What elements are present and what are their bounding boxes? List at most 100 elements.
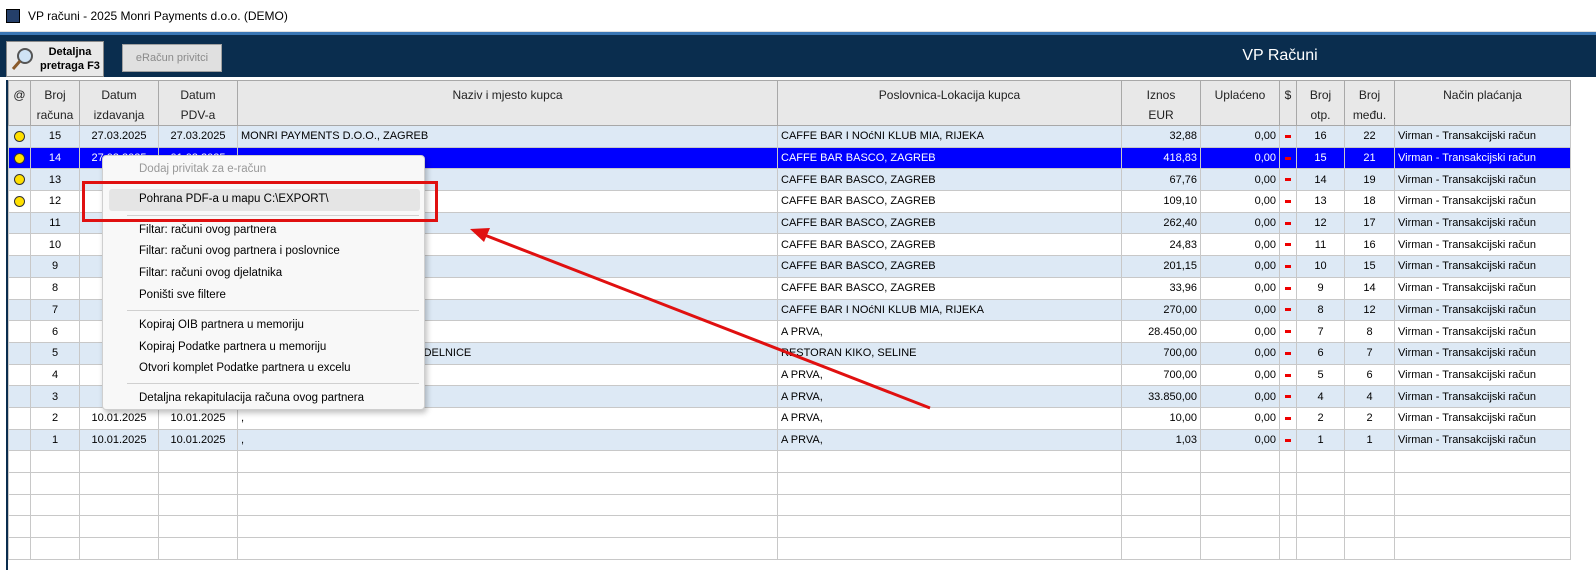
payment-flag-cell	[1279, 125, 1297, 148]
detailed-search-button[interactable]: Detaljna pretraga F3	[6, 41, 104, 77]
payment-method: Virman - Transakcijski račun	[1394, 320, 1571, 343]
invoice-number: 2	[30, 406, 80, 430]
intermediate-number: 18	[1344, 190, 1395, 213]
payment-flag-cell	[1279, 211, 1297, 235]
status-cell	[8, 320, 31, 343]
intermediate-number: 1	[1344, 428, 1395, 452]
empty-cell	[8, 493, 31, 517]
empty-row	[8, 450, 1571, 473]
intermediate-number: 12	[1344, 298, 1395, 322]
empty-cell	[1200, 450, 1280, 473]
invoice-number: 14	[30, 146, 80, 170]
menu-separator	[127, 383, 419, 384]
erac-attachments-button[interactable]: eRačun privitci	[122, 44, 222, 72]
empty-row	[8, 537, 1571, 560]
menu-item-recap[interactable]: Detaljna rekapitulacija računa ovog part…	[139, 392, 364, 404]
delivery-number: 7	[1296, 320, 1345, 343]
amount-eur: 33,96	[1121, 276, 1201, 300]
customer-location: A PRVA,	[777, 320, 1122, 343]
menu-item-filter-partner[interactable]: Filtar: računi ovog partnera	[139, 224, 276, 236]
header-line2: izdavanja	[93, 108, 145, 122]
amount-eur: 201,15	[1121, 255, 1201, 278]
menu-item-copy-partner-data[interactable]: Kopiraj Podatke partnera u memoriju	[139, 341, 326, 353]
paid-amount: 0,00	[1200, 190, 1280, 213]
invoice-number: 12	[30, 190, 80, 213]
paid-amount: 0,00	[1200, 255, 1280, 278]
header-line1: Iznos	[1146, 88, 1176, 102]
empty-cell	[1296, 493, 1345, 517]
customer-location: CAFFE BAR BASCO, ZAGREB	[777, 190, 1122, 213]
table-row[interactable]: 1 10.01.2025 10.01.2025, A PRVA, 1,03 0,00 1 1 V…	[8, 428, 1571, 452]
status-cell	[8, 211, 31, 235]
empty-cell	[237, 450, 778, 473]
status-cell	[8, 233, 31, 257]
status-cell	[8, 168, 31, 192]
payment-method: Virman - Transakcijski račun	[1394, 428, 1571, 452]
col-dollar-header[interactable]: $	[1279, 80, 1297, 126]
empty-cell	[1200, 515, 1280, 539]
menu-item-open-excel[interactable]: Otvori komplet Podatke partnera u excelu	[139, 362, 351, 374]
empty-cell	[30, 537, 80, 560]
payment-method: Virman - Transakcijski račun	[1394, 125, 1571, 148]
col-otp-header[interactable]: Broj otp.	[1296, 80, 1345, 126]
menu-item-copy-oib[interactable]: Kopiraj OIB partnera u memoriju	[139, 319, 304, 331]
payment-method: Virman - Transakcijski račun	[1394, 406, 1571, 430]
empty-cell	[1200, 537, 1280, 560]
app-icon	[6, 8, 20, 23]
invoice-number: 8	[30, 276, 80, 300]
header-line2: računa	[36, 108, 74, 122]
col-uplaceno-header[interactable]: Uplaćeno	[1200, 80, 1280, 126]
empty-cell	[158, 493, 238, 517]
intermediate-number: 21	[1344, 146, 1395, 170]
amount-eur: 24,83	[1121, 233, 1201, 257]
title-bar: VP računi - 2025 Monri Payments d.o.o. (…	[0, 0, 1596, 32]
empty-cell	[1344, 537, 1395, 560]
delivery-number: 5	[1296, 363, 1345, 387]
delivery-number: 1	[1296, 428, 1345, 452]
invoice-number: 10	[30, 233, 80, 257]
unpaid-flag-icon	[1285, 265, 1291, 269]
header-line1: Uplaćeno	[1214, 88, 1266, 102]
amount-eur: 262,40	[1121, 211, 1201, 235]
col-pdv-header[interactable]: Datum PDV-a	[158, 80, 238, 126]
payment-flag-cell	[1279, 406, 1297, 430]
unpaid-flag-icon	[1285, 156, 1291, 160]
unpaid-flag-icon	[1285, 221, 1291, 225]
page-title: VP Računi	[1242, 47, 1318, 64]
col-kupac-header[interactable]: Naziv i mjesto kupca	[237, 80, 778, 126]
menu-separator	[127, 310, 419, 311]
table-row[interactable]: 15 27.03.2025 27.03.2025 MONRI PAYMENTS D.O…	[8, 125, 1571, 148]
status-cell	[8, 385, 31, 408]
col-iznos-header[interactable]: Iznos EUR	[1121, 80, 1201, 126]
toolbar: Detaljna pretraga F3 eRačun privitci VP …	[0, 32, 1596, 77]
menu-item-filter-employee[interactable]: Filtar: računi ovog djelatnika	[139, 267, 282, 279]
paid-amount: 0,00	[1200, 168, 1280, 192]
amount-eur: 700,00	[1121, 341, 1201, 365]
empty-cell	[8, 450, 31, 473]
unpaid-flag-icon	[1285, 395, 1291, 399]
col-poslovnica-header[interactable]: Poslovnica-Lokacija kupca	[777, 80, 1122, 126]
col-medu-header[interactable]: Broj među.	[1344, 80, 1395, 126]
col-at-header[interactable]: @	[8, 80, 31, 126]
table-row[interactable]: 2 10.01.2025 10.01.2025, A PRVA, 10,00 0,00 2 2…	[8, 406, 1571, 430]
menu-item-clear-filters[interactable]: Poništi sve filtere	[139, 289, 226, 301]
status-dot-icon	[14, 130, 25, 142]
empty-cell	[158, 515, 238, 539]
invoice-number: 15	[30, 125, 80, 148]
delivery-number: 15	[1296, 146, 1345, 170]
empty-cell	[1344, 472, 1395, 495]
status-dot-icon	[14, 152, 25, 164]
issue-date: 10.01.2025	[79, 406, 159, 430]
header-line1: Datum	[180, 88, 216, 102]
menu-item-filter-partner-branch[interactable]: Filtar: računi ovog partnera i poslovnic…	[139, 245, 340, 257]
delivery-number: 9	[1296, 276, 1345, 300]
col-broj-header[interactable]: Broj računa	[30, 80, 80, 126]
window-title: VP računi - 2025 Monri Payments d.o.o. (…	[28, 8, 288, 23]
status-cell	[8, 146, 31, 170]
col-placanje-header[interactable]: Način plaćanja	[1394, 80, 1571, 126]
empty-cell	[1279, 537, 1297, 560]
header-line2: među.	[1352, 108, 1387, 122]
empty-cell	[1279, 515, 1297, 539]
col-datum-header[interactable]: Datum izdavanja	[79, 80, 159, 126]
unpaid-flag-icon	[1285, 243, 1291, 247]
